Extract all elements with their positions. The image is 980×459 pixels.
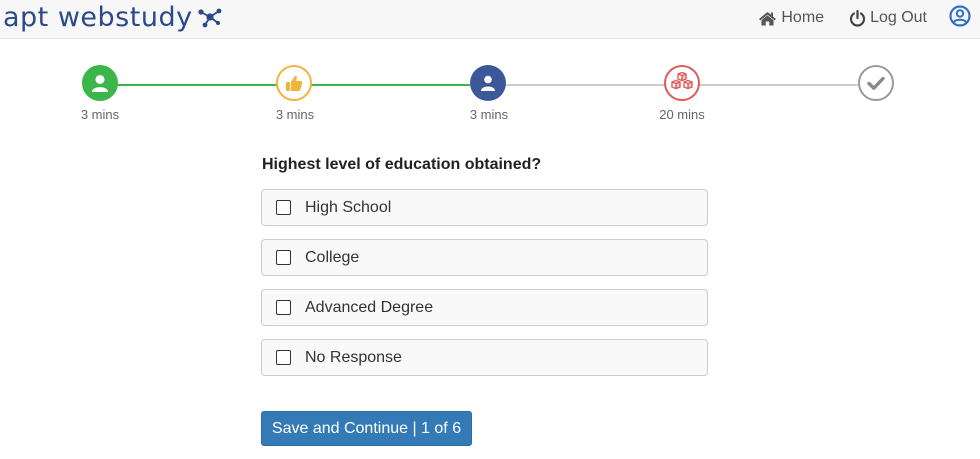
option-high-school[interactable]: High School [261,189,708,226]
checkbox[interactable] [276,250,291,265]
checkmark-icon [867,76,885,90]
user-icon [481,75,495,91]
question-title: Highest level of education obtained? [262,156,542,173]
save-and-continue-button[interactable]: Save and Continue | 1 of 6 [261,411,472,446]
step-2-complete [276,65,312,101]
checkbox[interactable] [276,300,291,315]
checkbox[interactable] [276,350,291,365]
thumbs-up-icon [286,75,303,91]
step-1-duration: 3 mins [80,107,120,122]
option-college[interactable]: College [261,239,708,276]
option-advanced-degree[interactable]: Advanced Degree [261,289,708,326]
step-4-duration: 20 mins [659,107,705,122]
user-icon [92,75,108,92]
step-3-current [470,65,506,101]
progress-steps: 3 mins 3 mins 3 mins 20 mins [0,0,980,130]
option-label: College [305,248,360,266]
checkbox[interactable] [276,200,291,215]
step-5-upcoming [858,65,894,101]
option-label: High School [305,198,392,216]
step-4-upcoming [664,65,700,101]
step-1-complete [82,65,118,101]
cubes-icon [671,72,693,90]
step-3-duration: 3 mins [469,107,509,122]
option-label: No Response [305,348,402,366]
option-no-response[interactable]: No Response [261,339,708,376]
option-label: Advanced Degree [305,298,434,316]
step-2-duration: 3 mins [275,107,315,122]
